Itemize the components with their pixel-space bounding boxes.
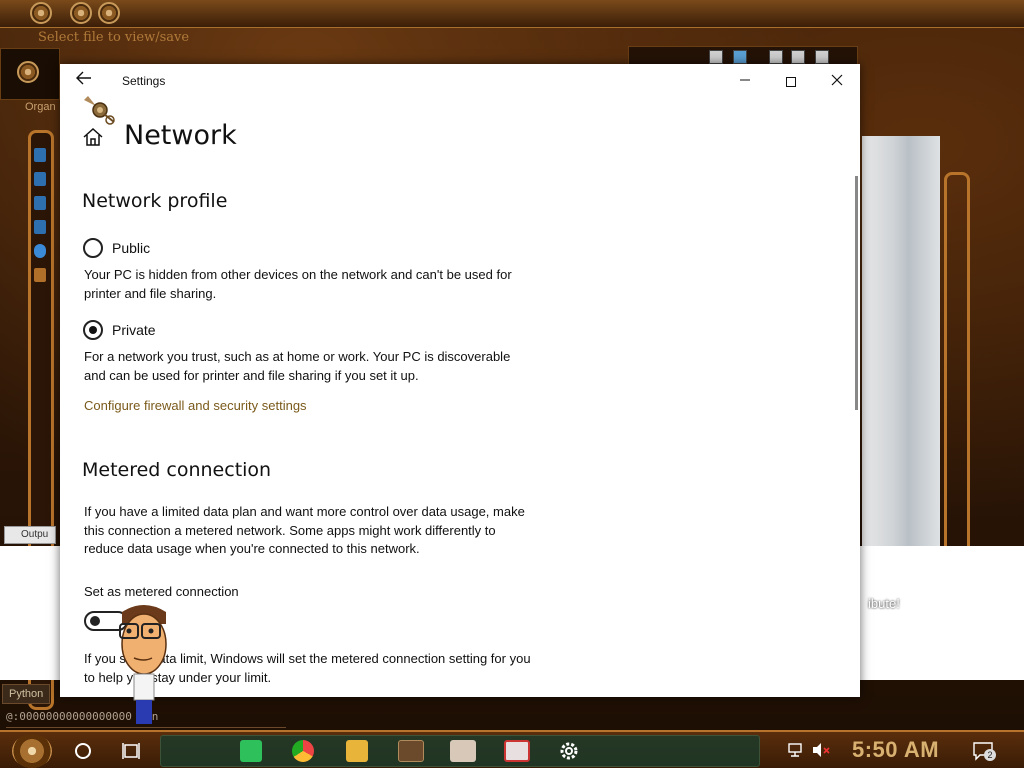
- dock-app-icon[interactable]: [34, 172, 46, 186]
- dock-app-icon[interactable]: [34, 196, 46, 210]
- cartoon-character-icon: [119, 605, 167, 724]
- window-title: Settings: [122, 74, 166, 88]
- volume-muted-icon[interactable]: [812, 742, 830, 758]
- back-button[interactable]: [72, 70, 96, 92]
- acrobat-icon[interactable]: [504, 740, 530, 762]
- taskbar-clock[interactable]: 5:50 AM: [852, 737, 939, 763]
- private-radio-label[interactable]: Private: [112, 322, 156, 338]
- steampunk-pipe-frame: [944, 172, 970, 592]
- folder-icon[interactable]: [346, 740, 368, 762]
- metered-description: If you have a limited data plan and want…: [84, 504, 525, 556]
- toolbar-icon[interactable]: [769, 50, 783, 64]
- taskbar: 5:50 AM 2: [0, 730, 1024, 768]
- arrow-left-icon: [76, 71, 91, 85]
- cloud-icon[interactable]: [34, 244, 46, 258]
- toolbar-icon[interactable]: [733, 50, 747, 64]
- maximize-button[interactable]: [768, 64, 814, 98]
- settings-window: Settings Network Network profile Public …: [60, 64, 860, 697]
- toolbar-icon[interactable]: [709, 50, 723, 64]
- maximize-icon: [786, 77, 796, 88]
- search-circle-icon[interactable]: [75, 743, 91, 759]
- background-window-title: Select file to view/save: [38, 30, 190, 45]
- dock-app-icon[interactable]: [34, 220, 46, 234]
- gear-decoration-icon: [30, 2, 52, 24]
- network-profile-heading: Network profile: [82, 190, 228, 212]
- network-icon[interactable]: [788, 742, 806, 758]
- notes-icon[interactable]: [240, 740, 262, 762]
- organize-menu[interactable]: Organ: [25, 101, 56, 113]
- media-icon[interactable]: [398, 740, 424, 762]
- left-dock-icons: [34, 148, 48, 292]
- private-radio-button[interactable]: [83, 320, 103, 340]
- firewall-settings-link[interactable]: Configure firewall and security settings: [84, 398, 307, 413]
- home-icon[interactable]: [82, 126, 104, 148]
- output-tab[interactable]: Outpu: [4, 526, 56, 544]
- private-description: For a network you trust, such as at home…: [84, 349, 511, 383]
- python-tab[interactable]: Python: [2, 684, 50, 704]
- dock-app-icon[interactable]: [34, 148, 46, 162]
- public-description: Your PC is hidden from other devices on …: [84, 267, 512, 301]
- notification-count-badge: 2: [984, 749, 996, 761]
- background-top-bar: [0, 0, 1024, 28]
- background-toolbar-strip: [0, 48, 60, 100]
- gear-decoration-icon: [98, 2, 120, 24]
- public-radio-label[interactable]: Public: [112, 240, 150, 256]
- metered-toggle-label: Set as metered connection: [84, 584, 239, 599]
- close-button[interactable]: [814, 64, 860, 98]
- toolbar-icon[interactable]: [815, 50, 829, 64]
- close-icon: [831, 74, 843, 86]
- toggle-knob: [90, 616, 100, 626]
- minimize-icon: [740, 79, 750, 81]
- steampunk-bird-icon: [84, 96, 115, 125]
- task-view-icon[interactable]: [122, 742, 140, 760]
- title-bar: Settings: [60, 64, 860, 98]
- vertical-scrollbar[interactable]: [855, 176, 858, 410]
- metered-connection-heading: Metered connection: [82, 459, 272, 481]
- gear-decoration-icon: [70, 2, 92, 24]
- gear-icon[interactable]: [558, 740, 580, 762]
- minimize-button[interactable]: [722, 64, 768, 98]
- page-title: Network: [124, 120, 237, 151]
- chrome-icon[interactable]: [292, 740, 314, 762]
- public-radio-button[interactable]: [83, 238, 103, 258]
- gear-decoration-icon: [17, 61, 39, 83]
- attribution-text: ibute!: [868, 596, 900, 611]
- toolbar-icon[interactable]: [791, 50, 805, 64]
- background-image-panel: [862, 136, 940, 616]
- portrait-icon[interactable]: [450, 740, 476, 762]
- start-button[interactable]: [12, 734, 52, 768]
- public-radio-option[interactable]: Public: [83, 237, 203, 259]
- dock-app-icon[interactable]: [34, 268, 46, 282]
- private-radio-option[interactable]: Private: [83, 319, 203, 341]
